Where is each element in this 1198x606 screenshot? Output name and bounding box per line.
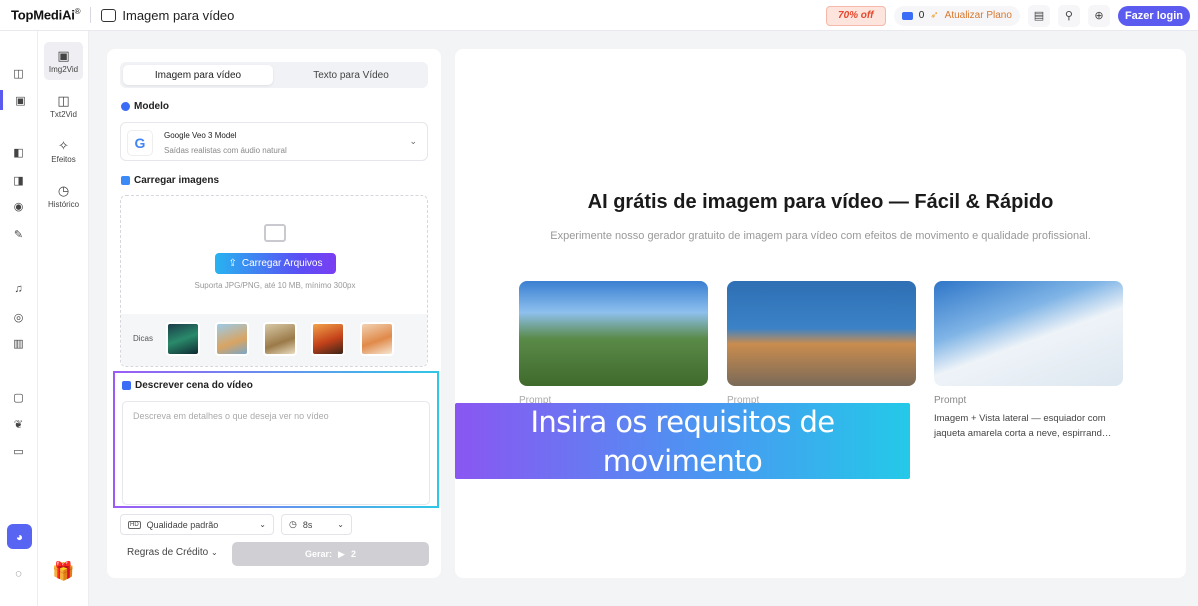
camera-icon xyxy=(901,11,913,20)
quality-select[interactable]: HD Qualidade padrão ⌄ xyxy=(120,514,274,535)
top-bar: TopMediAi® Imagem para vídeo 70% off 0 ➶… xyxy=(0,0,1198,31)
mode-tabs: Imagem para vídeo Texto para Vídeo xyxy=(120,62,428,88)
disc-icon[interactable]: ◎ xyxy=(11,310,26,324)
main-title: AI grátis de imagem para vídeo — Fácil &… xyxy=(587,191,1054,213)
model-desc: Saídas realistas com áudio natural xyxy=(164,146,287,155)
leaf-icon[interactable]: ❦ xyxy=(11,417,26,431)
ai-icon[interactable]: ▢ xyxy=(11,390,26,404)
sub-nav: ▣ Img2Vid ◫ Txt2Vid ✧ Efeitos ◷ Histórico 🎁 xyxy=(38,31,89,606)
google-icon: G xyxy=(127,130,153,156)
subnav-img2vid[interactable]: ▣ Img2Vid xyxy=(44,42,83,80)
chevron-down-icon: ⌄ xyxy=(337,520,344,529)
language-icon[interactable]: ⊕ xyxy=(1087,4,1110,27)
promo-badge[interactable]: 70% off xyxy=(825,5,886,26)
tip-thumb-aurora[interactable] xyxy=(166,322,200,356)
txt2vid-icon: ◫ xyxy=(57,93,70,108)
model-name: Google Veo 3 Model xyxy=(164,131,237,140)
credit-rules-dropdown[interactable]: Regras de Crédito ⌄ xyxy=(127,547,218,558)
model-heading: Modelo xyxy=(121,101,169,112)
tab-text-to-video[interactable]: Texto para Vídeo xyxy=(276,65,426,85)
tip-thumb-kitten[interactable] xyxy=(360,322,394,356)
tip-thumb-cats[interactable] xyxy=(215,322,249,356)
image-video-icon[interactable]: ◨ xyxy=(11,173,26,187)
generate-button[interactable]: Gerar: ▶ 2 xyxy=(232,542,429,566)
chevron-down-icon: ⌄ xyxy=(210,548,218,557)
upgrade-link[interactable]: Atualizar Plano xyxy=(945,10,1012,21)
upload-icon: ⇪ xyxy=(228,258,237,269)
clock-icon: ◷ xyxy=(57,183,70,198)
video-icon xyxy=(101,8,117,22)
rocket-icon: ➶ xyxy=(930,10,939,21)
upload-heading: Carregar imagens xyxy=(121,175,219,186)
describe-heading: Descrever cena do vídeo xyxy=(122,380,253,391)
tips-bar: Dicas xyxy=(121,314,427,366)
icon-rail: ◫ ▣ ◧ ◨ ◉ ✎ ♫ ◎ ▥ ▢ ❦ ▭ ◕ ◌ xyxy=(0,31,38,606)
subnav-effects[interactable]: ✧ Efeitos xyxy=(44,132,83,170)
login-button[interactable]: Fazer login xyxy=(1117,5,1190,26)
card3-prompt-label: Prompt xyxy=(934,395,967,406)
text-video-icon[interactable]: ◧ xyxy=(11,145,26,159)
img2vid-icon: ▣ xyxy=(57,48,70,63)
banner-line-2: da câmera e os detalhes da cena. xyxy=(488,483,877,556)
pen-icon xyxy=(122,381,131,390)
card3-prompt-text: Imagem + Vista lateral — esquiador com j… xyxy=(934,413,1112,439)
example-card-corgi[interactable] xyxy=(727,281,916,386)
tips-label: Dicas xyxy=(133,334,154,343)
instruction-banner: Insira os requisitos de movimento da câm… xyxy=(455,403,910,556)
upload-hint: Suporta JPG/PNG, até 10 MB, mínimo 300px xyxy=(194,281,356,290)
example-card-skier[interactable] xyxy=(934,281,1123,386)
video-nav-icon[interactable]: ▣ xyxy=(0,90,38,110)
tab-image-to-video[interactable]: Imagem para vídeo xyxy=(123,65,273,85)
logo[interactable]: TopMediAi® xyxy=(11,7,81,22)
network-icon[interactable]: ⚲ xyxy=(1057,4,1080,27)
model-select[interactable]: G Google Veo 3 Model Saídas realistas co… xyxy=(120,122,428,161)
page-title: Imagem para vídeo xyxy=(101,8,234,23)
chevron-down-icon: ⌄ xyxy=(409,136,417,146)
settings-panel: Imagem para vídeo Texto para Vídeo Model… xyxy=(107,49,441,578)
clock-icon: ◷ xyxy=(289,519,297,529)
folder-icon[interactable]: ▭ xyxy=(11,444,26,458)
hd-icon: HD xyxy=(128,520,141,529)
model-icon xyxy=(121,102,130,111)
credits-pill[interactable]: 0 ➶ Atualizar Plano xyxy=(893,5,1020,26)
duration-select[interactable]: ◷ 8s ⌄ xyxy=(281,514,352,535)
camera-icon: ▶ xyxy=(338,548,345,559)
tip-thumb-figure[interactable] xyxy=(311,322,345,356)
avatar-icon[interactable]: ◉ xyxy=(11,199,26,213)
music-icon[interactable]: ♫ xyxy=(11,282,26,296)
scene-description-input[interactable] xyxy=(122,401,430,505)
tip-thumb-rider[interactable] xyxy=(263,322,297,356)
example-card-mountain[interactable] xyxy=(519,281,708,386)
banner-line-1: Insira os requisitos de movimento xyxy=(530,405,835,478)
magic-wand-icon: ✧ xyxy=(58,138,69,153)
subnav-history[interactable]: ◷ Histórico xyxy=(44,177,83,215)
main-subtitle: Experimente nosso gerador gratuito de im… xyxy=(550,230,1091,242)
describe-section: Descrever cena do vídeo xyxy=(113,371,439,508)
discord-icon[interactable]: ◕ xyxy=(7,524,32,549)
subnav-txt2vid[interactable]: ◫ Txt2Vid xyxy=(44,87,83,125)
image-edit-icon[interactable]: ◫ xyxy=(11,66,26,80)
divider xyxy=(90,7,92,23)
chat-icon[interactable]: ◌ xyxy=(11,567,26,581)
image-icon xyxy=(121,176,130,185)
gift-icon[interactable]: 🎁 xyxy=(52,561,74,582)
upload-button[interactable]: ⇪ Carregar Arquivos xyxy=(215,253,336,274)
edit-icon[interactable]: ✎ xyxy=(11,227,26,241)
chevron-down-icon: ⌄ xyxy=(259,520,266,529)
piano-icon[interactable]: ▥ xyxy=(11,336,26,350)
upload-dropzone[interactable]: ⇪ Carregar Arquivos Suporta JPG/PNG, até … xyxy=(120,195,428,367)
placeholder-image-icon xyxy=(264,224,286,242)
calendar-icon[interactable]: ▤ xyxy=(1027,4,1050,27)
